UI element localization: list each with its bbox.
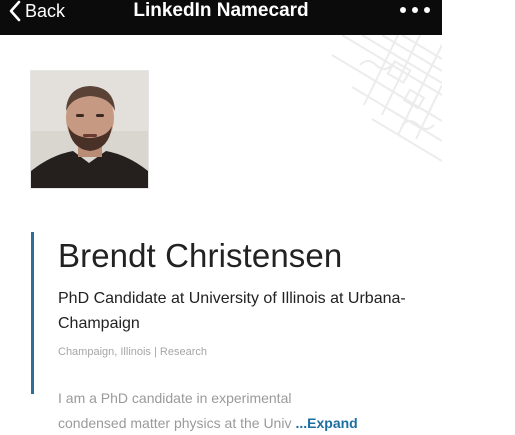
more-horizontal-icon — [412, 7, 418, 13]
namecard: Brendt Christensen PhD Candidate at Univ… — [0, 35, 442, 435]
expand-link[interactable]: ...Expand — [295, 415, 357, 431]
linkedin-pattern-watermark — [331, 35, 442, 162]
profile-headline: PhD Candidate at University of Illinois … — [58, 290, 406, 332]
profile-photo[interactable] — [31, 71, 148, 188]
profile-name: Brendt Christensen — [58, 237, 343, 274]
profile-summary: I am a PhD candidate in experimental con… — [58, 386, 428, 435]
more-options-button[interactable] — [400, 3, 430, 17]
top-navigation-bar: Back LinkedIn Namecard — [0, 0, 442, 35]
more-horizontal-icon — [400, 7, 406, 13]
more-horizontal-icon — [424, 7, 430, 13]
page-title: LinkedIn Namecard — [133, 0, 309, 21]
accent-bar — [31, 232, 34, 394]
summary-line: condensed matter physics at the Univ — [58, 415, 292, 431]
summary-line-with-expand: condensed matter physics at the Univ ...E… — [58, 411, 428, 435]
namecard-screen: Back LinkedIn Namecard Brendt Christense… — [0, 0, 442, 435]
avatar — [31, 71, 148, 188]
summary-line: I am a PhD candidate in experimental — [58, 390, 292, 406]
location-industry: Champaign, Illinois | Research — [58, 346, 207, 358]
